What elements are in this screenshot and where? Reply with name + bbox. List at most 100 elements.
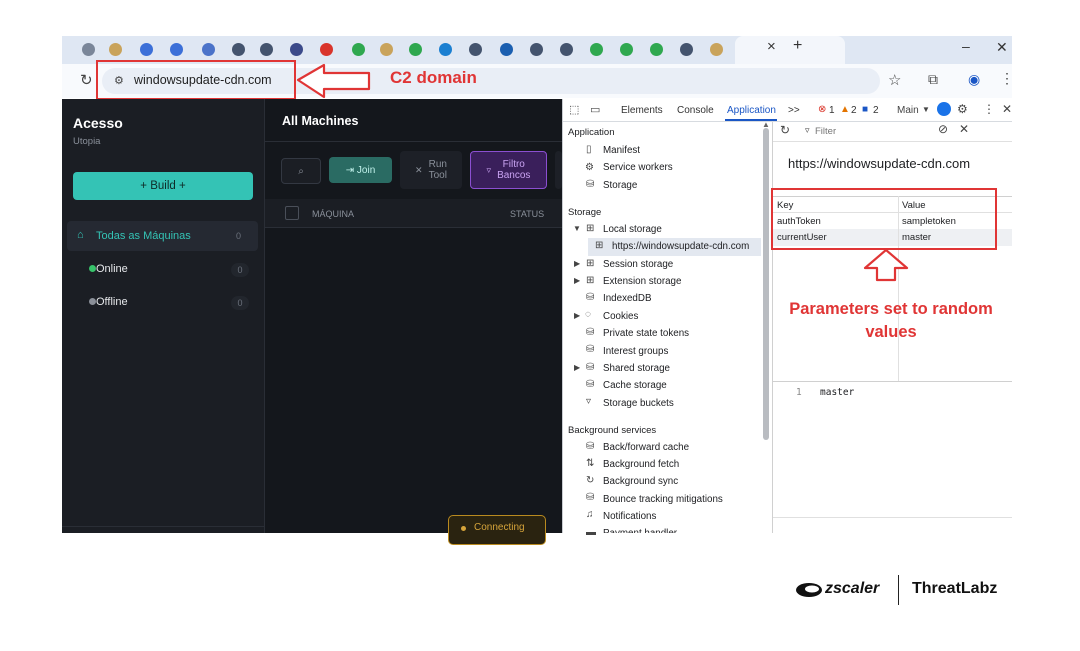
reload-icon[interactable]: ↻ xyxy=(80,71,93,89)
tab-favicon[interactable] xyxy=(620,43,633,56)
tree-item-notifications[interactable]: Notifications xyxy=(603,511,656,522)
tab-favicon[interactable] xyxy=(469,43,482,56)
tab-favicon[interactable] xyxy=(439,43,452,56)
section-background-services: Background services xyxy=(568,425,657,436)
tree-item-service-workers[interactable]: Service workers xyxy=(603,162,673,173)
more-options-icon[interactable]: ⋮ xyxy=(983,102,995,116)
column-header-status[interactable]: STATUS xyxy=(510,209,544,219)
new-tab-icon[interactable]: + xyxy=(793,37,802,55)
tree-item-bounce-tracking[interactable]: Bounce tracking mitigations xyxy=(603,494,723,505)
tree-item-extension-storage[interactable]: Extension storage xyxy=(603,276,681,287)
database-icon: ⛁ xyxy=(586,179,595,190)
tree-item-origin[interactable]: https://windowsupdate-cdn.com xyxy=(612,241,749,252)
tab-application[interactable]: Application xyxy=(727,105,776,116)
select-all-checkbox[interactable] xyxy=(285,206,299,220)
tree-item-storage[interactable]: Storage xyxy=(603,180,637,191)
tree-item-shared-storage[interactable]: Shared storage xyxy=(603,363,670,374)
count-badge: 0 xyxy=(231,296,249,310)
expanded-arrow-icon[interactable]: ▼ xyxy=(573,224,581,233)
tree-item-background-sync[interactable]: Background sync xyxy=(603,476,678,487)
tab-favicon[interactable] xyxy=(650,43,663,56)
tree-item-payment-handler[interactable]: Payment handler xyxy=(603,528,677,533)
tree-item-back-forward-cache[interactable]: Back/forward cache xyxy=(603,442,689,453)
tab-elements[interactable]: Elements xyxy=(621,105,663,116)
issues-icon[interactable]: ■ xyxy=(862,104,868,115)
run-tool-button[interactable]: ✕ Run Tool xyxy=(400,151,462,189)
refresh-icon[interactable]: ↻ xyxy=(780,123,790,137)
sidebar-item-offline[interactable]: Offline xyxy=(96,296,128,308)
extensions-icon[interactable]: ⧉ xyxy=(928,71,938,88)
tree-item-local-storage[interactable]: Local storage xyxy=(603,224,662,235)
tab-favicon[interactable] xyxy=(710,43,723,56)
tab-favicon[interactable] xyxy=(232,43,245,56)
tab-favicon[interactable] xyxy=(170,43,183,56)
tab-favicon[interactable] xyxy=(140,43,153,56)
collapsed-arrow-icon[interactable]: ▶ xyxy=(574,276,580,285)
tree-item-manifest[interactable]: Manifest xyxy=(603,145,640,156)
kv-highlight-box xyxy=(771,188,997,250)
tab-favicon[interactable] xyxy=(320,43,333,56)
search-button[interactable]: ⌕ xyxy=(281,158,321,184)
tab-favicon[interactable] xyxy=(109,43,122,56)
tab-favicon[interactable] xyxy=(82,43,95,56)
filter-icon: ▿ xyxy=(486,164,492,175)
chevron-down-icon[interactable]: ▼ xyxy=(922,105,930,114)
scroll-up-icon[interactable]: ▲ xyxy=(762,120,770,129)
tab-console[interactable]: Console xyxy=(677,105,714,116)
inspect-icon[interactable]: ⬚ xyxy=(569,103,579,116)
active-tab[interactable]: × + xyxy=(735,36,845,64)
tab-favicon[interactable] xyxy=(260,43,273,56)
menu-kebab-icon[interactable]: ⋮ xyxy=(1000,70,1014,87)
run-tool-label-2: Tool xyxy=(428,170,447,181)
tree-item-cookies[interactable]: Cookies xyxy=(603,311,638,322)
error-icon[interactable]: ⊗ xyxy=(818,104,826,115)
tree-item-background-fetch[interactable]: Background fetch xyxy=(603,459,679,470)
tree-item-storage-buckets[interactable]: Storage buckets xyxy=(603,398,674,409)
clear-all-icon[interactable]: ⊘ xyxy=(938,122,948,136)
build-button[interactable]: + Build + xyxy=(73,172,253,200)
sidebar-item-online[interactable]: Online xyxy=(96,263,128,275)
filter-banks-button[interactable]: ▿ Filtro Bancos xyxy=(470,151,547,189)
tab-favicon[interactable] xyxy=(530,43,543,56)
collapsed-arrow-icon[interactable]: ▶ xyxy=(574,259,580,268)
service-workers-icon: ⚙ xyxy=(585,162,594,173)
tree-item-session-storage[interactable]: Session storage xyxy=(603,259,673,270)
ai-assist-icon[interactable] xyxy=(937,102,951,116)
collapsed-arrow-icon[interactable]: ▶ xyxy=(574,311,580,320)
delete-selected-icon[interactable]: ✕ xyxy=(959,122,969,136)
minimize-icon[interactable]: ‒ xyxy=(962,38,970,54)
preview-line-number: 1 xyxy=(796,387,802,398)
sidebar-scrollbar[interactable] xyxy=(763,128,769,440)
profile-icon[interactable]: ◉ xyxy=(968,71,980,88)
context-selector[interactable]: Main xyxy=(897,105,919,116)
tab-favicon[interactable] xyxy=(352,43,365,56)
tab-favicon[interactable] xyxy=(380,43,393,56)
collapsed-arrow-icon[interactable]: ▶ xyxy=(574,363,580,372)
tree-item-cache-storage[interactable]: Cache storage xyxy=(603,380,667,391)
settings-gear-icon[interactable]: ⚙ xyxy=(957,102,968,116)
tab-favicon[interactable] xyxy=(500,43,513,56)
tab-favicon[interactable] xyxy=(560,43,573,56)
tab-favicon[interactable] xyxy=(680,43,693,56)
divider xyxy=(265,141,562,142)
tree-item-private-state-tokens[interactable]: Private state tokens xyxy=(603,328,689,339)
preview-value[interactable]: master xyxy=(820,387,854,398)
close-window-icon[interactable]: ✕ xyxy=(996,39,1008,56)
sync-icon: ↻ xyxy=(586,475,595,486)
filter-input[interactable] xyxy=(815,123,925,139)
tab-favicon[interactable] xyxy=(290,43,303,56)
bell-icon: ♫ xyxy=(586,509,594,520)
warning-icon[interactable]: ▲ xyxy=(840,104,850,115)
device-toolbar-icon[interactable]: ▭ xyxy=(590,103,600,116)
bookmark-star-icon[interactable]: ☆ xyxy=(888,71,901,89)
more-tabs-icon[interactable]: >> xyxy=(788,105,800,116)
column-header-machine[interactable]: MÁQUINA xyxy=(312,209,354,219)
tab-favicon[interactable] xyxy=(202,43,215,56)
tab-favicon[interactable] xyxy=(590,43,603,56)
tab-favicon[interactable] xyxy=(409,43,422,56)
tree-item-interest-groups[interactable]: Interest groups xyxy=(603,346,668,357)
close-devtools-icon[interactable]: ✕ xyxy=(1002,102,1012,116)
join-button[interactable]: ⇥ Join xyxy=(329,157,392,183)
tab-close-icon[interactable]: × xyxy=(767,38,776,55)
tree-item-indexeddb[interactable]: IndexedDB xyxy=(603,293,651,304)
